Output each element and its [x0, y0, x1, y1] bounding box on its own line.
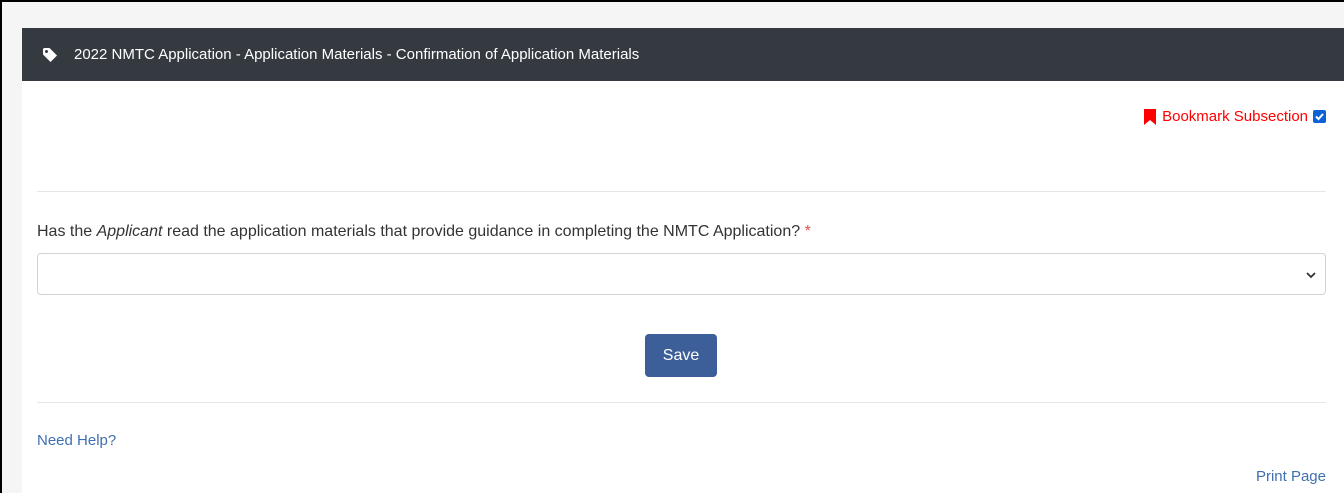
bookmark-icon: [1143, 108, 1157, 125]
print-page-link[interactable]: Print Page: [1256, 468, 1326, 485]
applicant-emphasis: Applicant: [96, 223, 163, 240]
divider: [37, 191, 1326, 192]
save-button[interactable]: Save: [645, 334, 717, 377]
question-label: Has the Applicant read the application m…: [37, 223, 811, 240]
form-panel: Bookmark Subsection Has the Applicant re…: [22, 81, 1344, 493]
page-background-top: [2, 2, 1344, 28]
divider: [37, 402, 1326, 403]
page-background-left: [2, 2, 22, 493]
bookmark-checkbox[interactable]: [1313, 110, 1326, 123]
need-help-link[interactable]: Need Help?: [37, 432, 116, 449]
chevron-down-icon: [1305, 268, 1317, 280]
answer-select[interactable]: [37, 253, 1326, 295]
bookmark-subsection[interactable]: Bookmark Subsection: [1143, 108, 1326, 125]
section-title: 2022 NMTC Application - Application Mate…: [74, 46, 640, 63]
bookmark-label: Bookmark Subsection: [1162, 108, 1308, 125]
tag-icon: [42, 47, 58, 63]
required-marker: *: [804, 223, 811, 240]
section-header: 2022 NMTC Application - Application Mate…: [22, 28, 1344, 81]
